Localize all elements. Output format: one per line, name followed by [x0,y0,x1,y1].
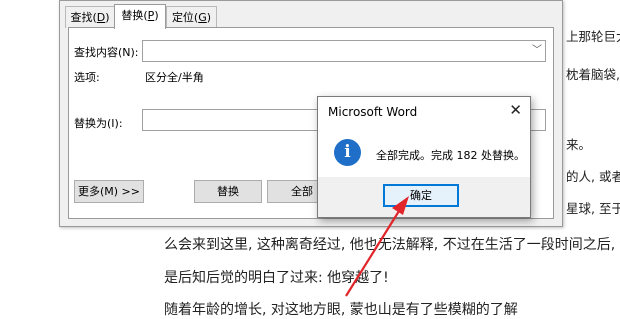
annotation-arrow [345,196,409,297]
arrow-head [392,196,409,215]
tab-label: 替换( [121,9,148,22]
tab-replace[interactable]: 替换(P) [114,4,166,29]
arrow-shaft [345,210,400,297]
tab-label-suffix: ) [154,9,159,22]
